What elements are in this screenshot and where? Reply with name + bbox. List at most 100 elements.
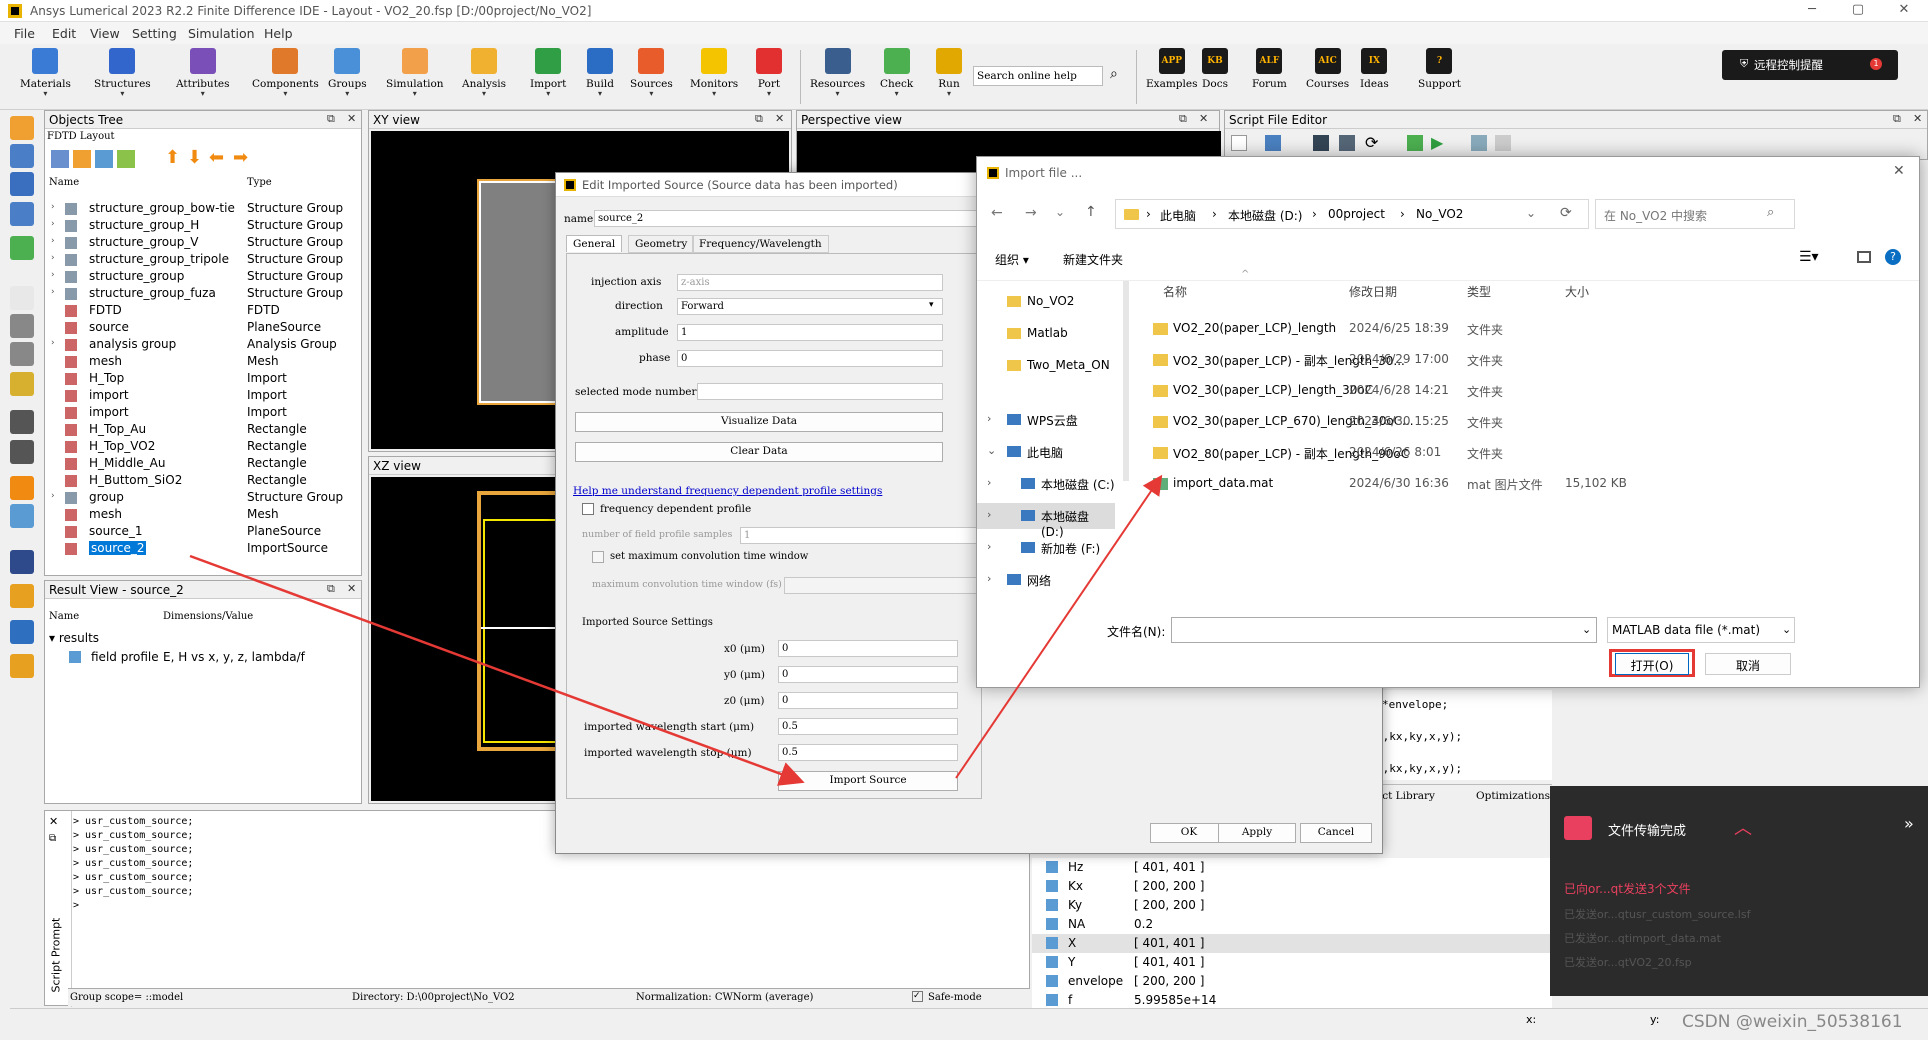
variable-row[interactable]: envelope [ 200, 200 ] [1032,972,1552,991]
tab-general[interactable]: General [566,235,623,252]
close-icon[interactable]: ✕ [1893,163,1905,179]
nav-item[interactable]: › 新加卷 (F:) [977,535,1115,561]
injection-axis-select[interactable]: z-axis [677,274,943,291]
variable-row[interactable]: X [ 401, 401 ] [1032,934,1552,953]
amplitude-input[interactable]: 1 [677,324,943,341]
result-group[interactable]: ▾ results [49,631,99,645]
toolbar-structures-button[interactable]: Structures ▾ [94,48,151,98]
ok-button[interactable]: OK [1150,823,1228,843]
tree-row[interactable]: H_Top_VO2 Rectangle [45,439,345,456]
new-file-icon[interactable] [1231,135,1247,151]
phase-input[interactable]: 0 [677,350,943,367]
grid-icon[interactable] [73,150,91,168]
menu-file[interactable]: File [14,26,35,41]
view-y-icon[interactable] [10,584,34,608]
zoom-extent-icon[interactable] [10,410,34,434]
close-icon[interactable]: ✕ [1199,112,1208,125]
calc-icon[interactable] [10,504,34,528]
minimize-button[interactable]: ─ [1792,2,1832,20]
file-row[interactable]: VO2_80(paper_LCP) - 副本_length_90oC 2024/6… [1153,441,1913,465]
view-options-icon[interactable]: ☰▾ [1799,249,1819,265]
toolbar-monitors-button[interactable]: Monitors ▾ [690,48,738,98]
set-max-conv-checkbox[interactable] [592,551,604,563]
tree-row[interactable]: › structure_group_fuza Structure Group [45,286,345,303]
variable-row[interactable]: Y [ 401, 401 ] [1032,953,1552,972]
close-icon[interactable]: ✕ [347,112,356,125]
ruler-icon[interactable] [10,372,34,396]
close-icon[interactable]: ✕ [347,582,356,595]
breadcrumb-project[interactable]: 00project [1328,207,1385,221]
toolbar-check-button[interactable]: Check ▾ [880,48,913,98]
clear-data-button[interactable]: Clear Data [575,442,943,462]
up-icon[interactable]: ↑ [1085,204,1097,220]
menu-setting[interactable]: Setting [132,26,177,41]
arrow-left-icon[interactable]: ⬅ [209,147,224,168]
toolbar-materials-button[interactable]: Materials ▾ [20,48,71,98]
nav-item[interactable]: › 本地磁盘 (D:) [977,503,1115,539]
group-icon[interactable] [95,150,113,168]
chevron-right-icon[interactable]: › [987,540,991,553]
structures-icon[interactable] [51,150,69,168]
expand-arrow-icon[interactable]: › [51,338,55,348]
chevron-right-icon[interactable]: › [987,572,991,585]
nav-item[interactable]: Two_Meta_ON [977,353,1115,379]
import-source-button[interactable]: Import Source [778,771,958,791]
tree-row[interactable]: H_Buttom_SiO2 Rectangle [45,473,345,490]
back-icon[interactable]: ← [991,205,1003,221]
col-type-header[interactable]: 类型 [1467,283,1491,300]
popup-line[interactable]: 已向or...qt发送3个文件 [1564,880,1691,897]
file-row[interactable]: import_data.mat 2024/6/30 16:36 mat 图片文件 15… [1153,472,1913,496]
tree-row[interactable]: › structure_group_bow-tie Structure Group [45,201,345,218]
pan-icon[interactable] [10,342,34,366]
arrow-up-icon[interactable]: ⬆ [165,147,180,168]
tree-row[interactable]: import Import [45,405,345,422]
tab-object-library[interactable]: ect Library [1376,790,1435,802]
file-row[interactable]: VO2_30(paper_LCP_670)_length_30oC... 2024… [1153,410,1913,434]
tree-row[interactable]: H_Middle_Au Rectangle [45,456,345,473]
toolbar-simulation-button[interactable]: Simulation ▾ [386,48,444,98]
breadcrumb-folder[interactable]: No_VO2 [1416,207,1463,221]
open-file-icon[interactable] [1265,135,1281,151]
grid-icon[interactable] [10,440,34,464]
tree-row[interactable]: › group Structure Group [45,490,345,507]
expand-arrow-icon[interactable]: › [51,491,55,501]
array-icon[interactable] [10,202,34,226]
help-icon[interactable]: ? [1885,249,1901,265]
wl-start-input[interactable]: 0.5 [778,718,958,735]
draw-icon[interactable] [10,116,34,140]
pyramid-icon[interactable] [10,172,34,196]
tree-row[interactable]: import Import [45,388,345,405]
toolbar-ideas-button[interactable]: IX Ideas [1360,48,1389,90]
float-icon[interactable]: ⧉ [327,112,335,126]
tree-row[interactable]: H_Top Import [45,371,345,388]
chevron-down-icon[interactable]: ⌄ [1055,205,1065,219]
col-size-header[interactable]: 大小 [1565,283,1589,300]
field-profile-name[interactable]: field profile [91,650,159,664]
expand-arrow-icon[interactable]: › [51,287,55,297]
address-bar[interactable]: › 此电脑 › 本地磁盘 (D:) › 00project › No_VO2 ⌄… [1115,199,1589,229]
filetype-select[interactable]: MATLAB data file (*.mat) ⌄ [1607,617,1795,643]
zoom-icon[interactable] [10,314,34,338]
run-script-icon[interactable] [1407,135,1423,151]
play-icon[interactable]: ▶ [1431,133,1443,152]
menu-view[interactable]: View [90,26,120,41]
num-samples-input[interactable]: 1 [740,527,1002,544]
breadcrumb-drive[interactable]: 本地磁盘 (D:) [1228,207,1302,224]
close-icon[interactable]: ✕ [1913,112,1922,125]
structure-icon[interactable] [10,144,34,168]
visualize-data-button[interactable]: Visualize Data [575,412,943,432]
col-name-header[interactable]: 名称 [1163,283,1187,300]
float-icon[interactable]: ⧉ [1179,112,1187,126]
col-date-header[interactable]: 修改日期 [1349,283,1397,300]
toolbar-analysis-button[interactable]: Analysis ▾ [462,48,506,98]
nav-item[interactable]: ⌄ 此电脑 [977,439,1115,465]
safe-mode-checkbox[interactable]: ✓ [912,991,923,1002]
nav-item[interactable]: › WPS云盘 [977,407,1115,433]
tree-row[interactable]: mesh Mesh [45,507,345,524]
toolbar-examples-button[interactable]: APP Examples [1146,48,1198,90]
script-text-area[interactable]: *envelope; x,kx,ky,x,y); x,kx,ky,x,y); [1376,690,1552,780]
tree-row[interactable]: FDTD FDTD [45,303,345,320]
nav-item[interactable]: Matlab [977,321,1115,347]
tree-row[interactable]: source_2 ImportSource [45,541,345,558]
arrow-down-icon[interactable]: ⬇ [187,147,202,168]
